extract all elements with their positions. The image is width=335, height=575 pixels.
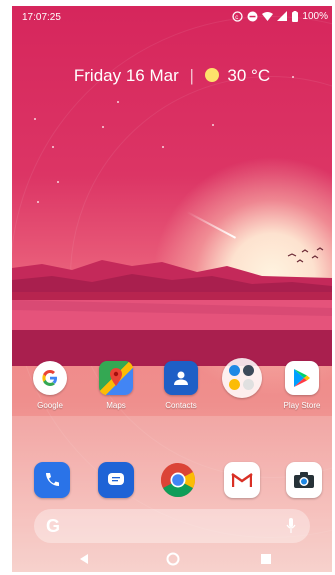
wallpaper-star xyxy=(34,118,36,120)
wallpaper-star xyxy=(52,146,54,148)
temperature-label[interactable]: 30 °C xyxy=(227,66,270,85)
app-label: Contacts xyxy=(165,401,197,410)
home-screen: 17:07:25 c 100% Friday 16 Mar | 30 °C Go… xyxy=(12,6,332,572)
wallpaper-star xyxy=(117,101,119,103)
svg-text:c: c xyxy=(236,15,239,21)
app-label: Google xyxy=(37,401,63,410)
wallpaper-star xyxy=(162,146,164,148)
battery-percent: 100% xyxy=(302,11,328,22)
google-search-bar[interactable]: G xyxy=(34,509,310,543)
phone-icon[interactable] xyxy=(34,462,70,498)
date-label[interactable]: Friday 16 Mar xyxy=(74,66,179,85)
wallpaper-star xyxy=(102,126,104,128)
chrome-icon[interactable] xyxy=(160,462,196,498)
do-not-disturb-icon xyxy=(247,11,258,22)
wallpaper-mountains xyxy=(12,247,332,366)
status-bar: 17:07:25 c 100% xyxy=(12,6,332,30)
microphone-icon[interactable] xyxy=(286,518,296,539)
app-label: Maps xyxy=(106,401,126,410)
back-icon[interactable] xyxy=(78,552,90,570)
google-icon xyxy=(33,361,67,395)
glance-separator: | xyxy=(189,66,194,85)
play-store-icon xyxy=(285,361,319,395)
camera-icon[interactable] xyxy=(286,462,322,498)
navigation-bar xyxy=(12,546,332,572)
app-contacts[interactable]: Contacts xyxy=(155,361,207,410)
app-google[interactable]: Google xyxy=(24,361,76,410)
home-app-row: Google Maps Contacts Play Store xyxy=(12,358,332,421)
contacts-icon xyxy=(164,361,198,395)
wallpaper-star xyxy=(37,201,39,203)
recents-icon[interactable] xyxy=(260,552,272,570)
app-label: Play Store xyxy=(283,401,321,410)
app-play-store[interactable]: Play Store xyxy=(276,361,328,410)
home-icon[interactable] xyxy=(166,552,180,571)
signal-icon xyxy=(277,11,288,22)
sun-cloud-icon xyxy=(204,68,219,82)
at-a-glance-widget[interactable]: Friday 16 Mar | 30 °C xyxy=(12,66,332,86)
wallpaper-star xyxy=(57,181,59,183)
app-folder[interactable] xyxy=(216,358,268,404)
maps-icon xyxy=(99,361,133,395)
status-time: 17:07:25 xyxy=(22,12,61,23)
battery-icon xyxy=(292,11,299,22)
wallpaper-star xyxy=(212,124,214,126)
dock-row xyxy=(12,462,332,502)
wifi-icon xyxy=(262,11,274,22)
sync-icon: c xyxy=(232,11,244,22)
messages-icon[interactable] xyxy=(98,462,134,498)
folder-icon xyxy=(222,358,262,398)
google-logo: G xyxy=(46,516,61,536)
app-maps[interactable]: Maps xyxy=(90,361,142,410)
gmail-icon[interactable] xyxy=(224,462,260,498)
